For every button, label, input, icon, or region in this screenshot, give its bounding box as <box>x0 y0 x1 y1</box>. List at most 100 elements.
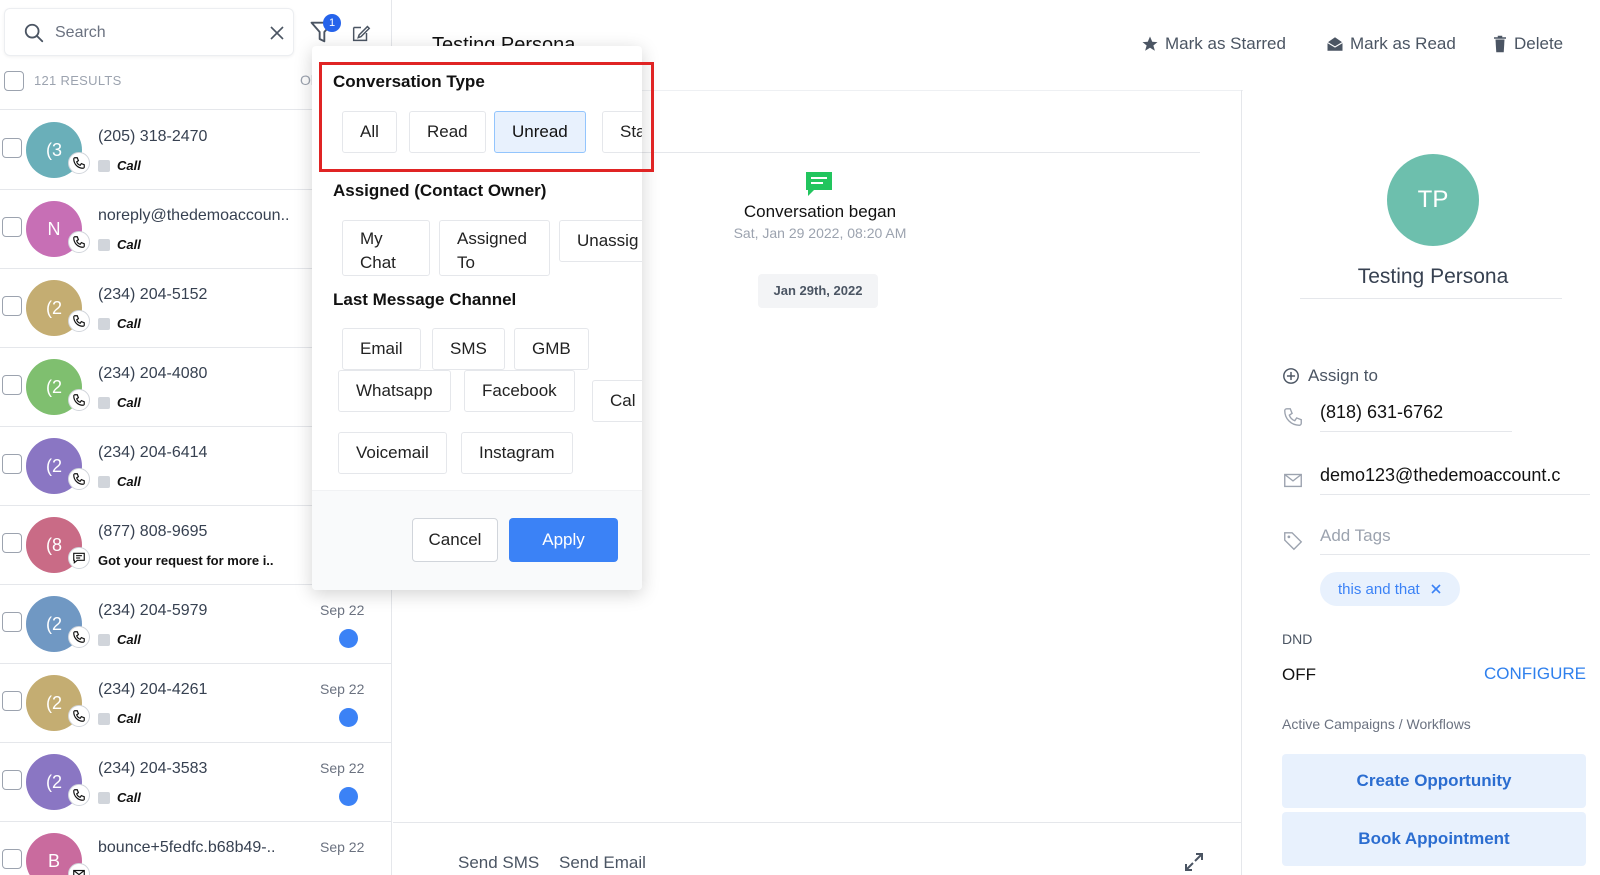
send-email-tab[interactable]: Send Email <box>559 853 646 873</box>
call-type-icon <box>98 712 110 725</box>
phone-icon <box>68 310 90 332</box>
conversation-row[interactable]: (2 (234) 204-5979 Call Sep 22 <box>0 584 392 664</box>
row-checkbox[interactable] <box>2 533 22 553</box>
contact-name: (234) 204-5152 <box>98 286 208 303</box>
tags-input[interactable]: Add Tags <box>1320 526 1590 555</box>
message-date: Sep 22 <box>320 839 365 855</box>
filter-count-badge: 1 <box>323 14 341 32</box>
contact-name: (234) 204-5979 <box>98 602 208 619</box>
message-preview: Call <box>98 632 141 647</box>
message-date: Sep 22 <box>320 681 365 697</box>
message-date: Sep 22 <box>320 760 365 776</box>
preview-text: Call <box>117 711 141 726</box>
assign-to-label: Assign to <box>1308 366 1378 385</box>
filter-all[interactable]: All <box>342 111 397 153</box>
delete-button[interactable]: Delete <box>1492 34 1563 54</box>
email-field[interactable]: demo123@thedemoaccount.c <box>1320 465 1590 495</box>
mark-read-button[interactable]: Mark as Read <box>1326 34 1456 54</box>
trash-icon <box>1494 35 1506 53</box>
filter-starred[interactable]: Sta <box>602 111 642 153</box>
filter-apply-button[interactable]: Apply <box>509 518 618 562</box>
preview-text: Call <box>117 474 141 489</box>
date-separator: Jan 29th, 2022 <box>758 274 878 308</box>
conversation-began-text: Conversation began <box>743 202 897 221</box>
phone-icon <box>68 389 90 411</box>
message-preview: Call <box>98 158 141 173</box>
row-checkbox[interactable] <box>2 217 22 237</box>
filter-assigned-to-line2: To <box>457 253 475 272</box>
filter-email[interactable]: Email <box>342 328 421 370</box>
message-preview: Call <box>98 711 141 726</box>
filter-read[interactable]: Read <box>409 111 486 153</box>
tag-icon <box>1284 531 1303 550</box>
contact-name: Testing Persona <box>1357 265 1509 288</box>
row-checkbox[interactable] <box>2 612 22 632</box>
row-checkbox[interactable] <box>2 296 22 316</box>
preview-text: Call <box>117 158 141 173</box>
filter-whatsapp[interactable]: Whatsapp <box>338 370 451 412</box>
message-preview: Call <box>98 237 141 252</box>
phone-icon <box>68 231 90 253</box>
phone-icon <box>68 468 90 490</box>
filter-unread[interactable]: Unread <box>494 111 586 153</box>
search-box[interactable]: Search <box>4 8 294 56</box>
row-checkbox[interactable] <box>2 454 22 474</box>
search-icon <box>24 23 44 43</box>
filter-popup: Conversation Type All Read Unread Sta As… <box>312 46 642 590</box>
call-type-icon <box>98 317 110 330</box>
clear-search-icon[interactable] <box>267 23 287 43</box>
phone-icon <box>1284 408 1302 426</box>
row-checkbox[interactable] <box>2 691 22 711</box>
filter-instagram[interactable]: Instagram <box>461 432 573 474</box>
filter-facebook[interactable]: Facebook <box>464 370 575 412</box>
unread-indicator <box>339 787 358 806</box>
filter-call[interactable]: Cal <box>592 380 642 422</box>
create-opportunity-button[interactable]: Create Opportunity <box>1282 754 1586 808</box>
filter-unassigned[interactable]: Unassig <box>559 220 642 262</box>
channel-title: Last Message Channel <box>333 290 517 309</box>
call-type-icon <box>98 791 110 804</box>
call-type-icon <box>98 475 110 488</box>
expand-icon[interactable] <box>1184 852 1204 872</box>
conversation-row[interactable]: (2 (234) 204-3583 Call Sep 22 <box>0 742 392 822</box>
conversation-type-title: Conversation Type <box>333 72 485 91</box>
row-checkbox[interactable] <box>2 138 22 158</box>
phone-field[interactable]: (818) 631-6762 <box>1320 402 1512 432</box>
filter-gmb[interactable]: GMB <box>514 328 589 370</box>
delete-label: Delete <box>1514 34 1564 53</box>
preview-text: Got your request for more i.. <box>98 553 274 568</box>
mark-starred-button[interactable]: Mark as Starred <box>1141 34 1286 54</box>
assign-to-button[interactable]: Assign to <box>1282 366 1378 386</box>
call-type-icon <box>98 159 110 172</box>
row-checkbox[interactable] <box>2 375 22 395</box>
conversation-began-date: Sat, Jan 29 2022, 08:20 AM <box>733 225 907 241</box>
email-field-row: demo123@thedemoaccount.c <box>1282 465 1590 495</box>
select-all-checkbox[interactable] <box>4 71 24 91</box>
mark-read-label: Mark as Read <box>1350 34 1456 53</box>
contact-name: (234) 204-4261 <box>98 681 208 698</box>
unread-indicator <box>339 708 358 727</box>
filter-voicemail[interactable]: Voicemail <box>338 432 447 474</box>
filter-sms[interactable]: SMS <box>432 328 505 370</box>
send-sms-tab[interactable]: Send SMS <box>458 853 539 873</box>
conversation-row[interactable]: Bbounce+5fedfc.b68b49-.. Sep 22 <box>0 821 392 875</box>
preview-text: Call <box>117 790 141 805</box>
filter-my-chat[interactable]: My Chat <box>342 220 430 276</box>
filter-assigned-to[interactable]: Assigned To <box>439 220 550 276</box>
assigned-title: Assigned (Contact Owner) <box>333 181 547 200</box>
conversations-app: Search 1 121 RESULTS Ol (3 (205) 318-2470… <box>0 0 1600 875</box>
call-type-icon <box>98 396 110 409</box>
configure-link[interactable]: CONFIGURE <box>1484 664 1586 684</box>
row-checkbox[interactable] <box>2 849 22 869</box>
compose-icon[interactable] <box>350 22 372 44</box>
conversation-row[interactable]: (2 (234) 204-4261 Call Sep 22 <box>0 663 392 743</box>
contact-name: (234) 204-6414 <box>98 444 208 461</box>
mail-icon <box>68 863 90 875</box>
filter-cancel-button[interactable]: Cancel <box>412 518 498 562</box>
book-appointment-button[interactable]: Book Appointment <box>1282 812 1586 866</box>
search-input[interactable]: Search <box>55 24 106 42</box>
row-checkbox[interactable] <box>2 770 22 790</box>
remove-tag-icon[interactable] <box>1430 583 1442 595</box>
message-preview: Got your request for more i.. <box>98 553 274 568</box>
mail-icon <box>1284 473 1302 488</box>
